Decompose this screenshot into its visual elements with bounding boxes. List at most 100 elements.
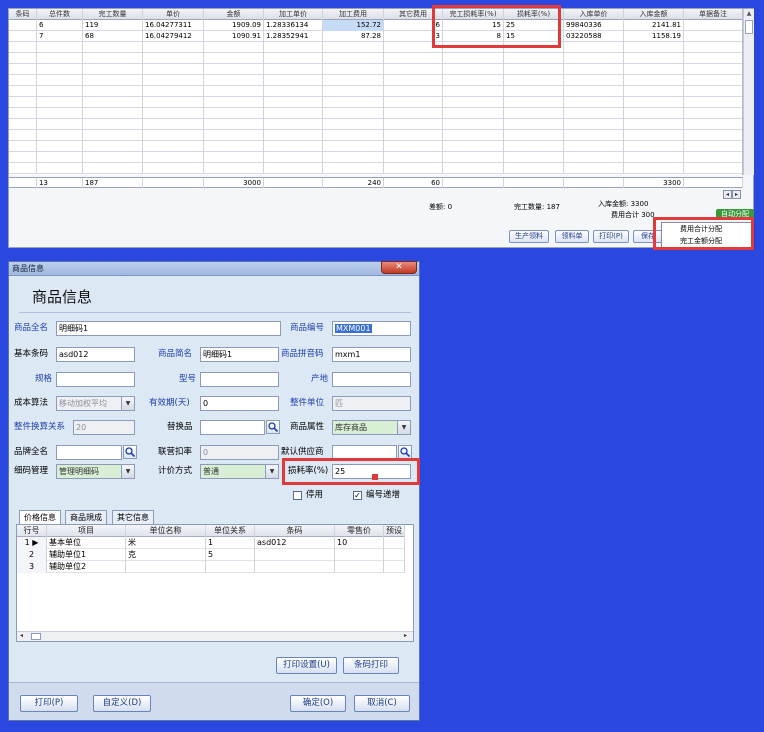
empty-cell[interactable] <box>37 108 83 119</box>
empty-cell[interactable] <box>384 64 443 75</box>
empty-cell[interactable] <box>264 86 323 97</box>
empty-cell[interactable] <box>264 97 323 108</box>
cost-method-select[interactable]: 移动加权平均 ▼ <box>56 396 135 411</box>
empty-cell[interactable] <box>204 97 264 108</box>
empty-cell[interactable] <box>323 97 384 108</box>
full-name-field[interactable]: 明细码1 <box>56 321 281 336</box>
empty-cell[interactable] <box>37 64 83 75</box>
search-icon[interactable] <box>266 420 280 434</box>
empty-cell[interactable] <box>323 163 384 174</box>
empty-cell[interactable] <box>9 130 37 141</box>
grid-vertical-scrollbar[interactable]: ▲ <box>743 9 754 175</box>
empty-cell[interactable] <box>264 42 323 53</box>
empty-cell[interactable] <box>83 130 143 141</box>
table-row[interactable]: 1 ▶ 基本单位 米 1 asd012 10 <box>17 537 405 549</box>
empty-cell[interactable] <box>9 97 37 108</box>
brand-field[interactable] <box>56 445 122 460</box>
chevron-down-icon[interactable]: ▼ <box>265 465 278 478</box>
search-icon[interactable] <box>123 445 137 459</box>
empty-cell[interactable] <box>323 75 384 86</box>
empty-cell[interactable] <box>83 42 143 53</box>
disabled-checkbox[interactable] <box>293 491 302 500</box>
empty-cell[interactable] <box>624 141 684 152</box>
empty-cell[interactable] <box>143 130 204 141</box>
menu-item-done-amount[interactable]: 完工金额分配 <box>662 235 752 247</box>
customize-button[interactable]: 自定义(D) <box>93 695 151 712</box>
empty-cell[interactable] <box>443 163 504 174</box>
chevron-down-icon[interactable]: ▼ <box>121 397 134 410</box>
empty-cell[interactable] <box>83 119 143 130</box>
cancel-button[interactable]: 取消(C) <box>354 695 410 712</box>
empty-cell[interactable] <box>37 141 83 152</box>
empty-cell[interactable] <box>684 75 742 86</box>
price-method-select[interactable]: 普通 ▼ <box>200 464 279 479</box>
empty-cell[interactable] <box>624 53 684 64</box>
empty-cell[interactable] <box>37 97 83 108</box>
empty-cell[interactable] <box>564 42 624 53</box>
empty-cell[interactable] <box>143 75 204 86</box>
empty-cell[interactable] <box>564 75 624 86</box>
supplier-field[interactable] <box>332 445 397 460</box>
empty-cell[interactable] <box>384 141 443 152</box>
empty-cell[interactable] <box>204 119 264 130</box>
empty-cell[interactable] <box>9 152 37 163</box>
shelf-life-field[interactable]: 0 <box>200 396 279 411</box>
empty-cell[interactable] <box>384 163 443 174</box>
empty-cell[interactable] <box>384 108 443 119</box>
empty-cell[interactable] <box>504 75 564 86</box>
barcode-field[interactable]: asd012 <box>56 347 135 362</box>
empty-cell[interactable] <box>204 141 264 152</box>
empty-cell[interactable] <box>9 42 37 53</box>
empty-cell[interactable] <box>204 108 264 119</box>
col-header-done-loss-rate[interactable]: 完工损耗率(%) <box>443 9 504 20</box>
spec-field[interactable] <box>56 372 135 387</box>
empty-cell[interactable] <box>37 42 83 53</box>
col-header-total-pieces[interactable]: 总件数 <box>37 9 83 20</box>
empty-table-row[interactable] <box>9 163 742 174</box>
empty-cell[interactable] <box>83 163 143 174</box>
empty-cell[interactable] <box>9 86 37 97</box>
empty-table-row[interactable] <box>9 141 742 152</box>
production-bill-button[interactable]: 生产领料 <box>509 230 549 243</box>
empty-cell[interactable] <box>83 97 143 108</box>
empty-cell[interactable] <box>624 119 684 130</box>
empty-cell[interactable] <box>443 152 504 163</box>
empty-cell[interactable] <box>624 108 684 119</box>
empty-cell[interactable] <box>624 86 684 97</box>
empty-cell[interactable] <box>443 119 504 130</box>
empty-cell[interactable] <box>564 64 624 75</box>
empty-cell[interactable] <box>37 163 83 174</box>
empty-cell[interactable] <box>504 119 564 130</box>
empty-cell[interactable] <box>37 130 83 141</box>
unit-field[interactable]: 匹 <box>332 396 411 411</box>
col-header-loss-rate[interactable]: 损耗率(%) <box>504 9 564 20</box>
pinyin-field[interactable]: mxm1 <box>332 347 411 362</box>
empty-table-row[interactable] <box>9 130 742 141</box>
empty-cell[interactable] <box>204 64 264 75</box>
short-name-field[interactable]: 明细码1 <box>200 347 279 362</box>
tab-price-info[interactable]: 价格信息 <box>19 510 61 525</box>
col-header-in-amount[interactable]: 入库金额 <box>624 9 684 20</box>
empty-cell[interactable] <box>504 53 564 64</box>
empty-cell[interactable] <box>143 42 204 53</box>
empty-cell[interactable] <box>143 152 204 163</box>
empty-cell[interactable] <box>564 119 624 130</box>
empty-cell[interactable] <box>264 64 323 75</box>
empty-cell[interactable] <box>684 119 742 130</box>
attr-select[interactable]: 库存商品 ▼ <box>332 420 411 435</box>
col-header-amount[interactable]: 金额 <box>204 9 264 20</box>
empty-cell[interactable] <box>264 53 323 64</box>
empty-cell[interactable] <box>443 97 504 108</box>
empty-cell[interactable] <box>684 141 742 152</box>
empty-cell[interactable] <box>323 42 384 53</box>
empty-table-row[interactable] <box>9 42 742 53</box>
table-row[interactable]: 3 辅助单位2 <box>17 561 405 573</box>
empty-cell[interactable] <box>684 130 742 141</box>
empty-table-row[interactable] <box>9 108 742 119</box>
ok-button[interactable]: 确定(O) <box>290 695 346 712</box>
save-button[interactable]: 保存 <box>633 230 663 243</box>
empty-cell[interactable] <box>37 119 83 130</box>
col-header-proc-fee[interactable]: 加工费用 <box>323 9 384 20</box>
empty-cell[interactable] <box>684 42 742 53</box>
scroll-right-icon[interactable]: ▸ <box>404 632 407 639</box>
